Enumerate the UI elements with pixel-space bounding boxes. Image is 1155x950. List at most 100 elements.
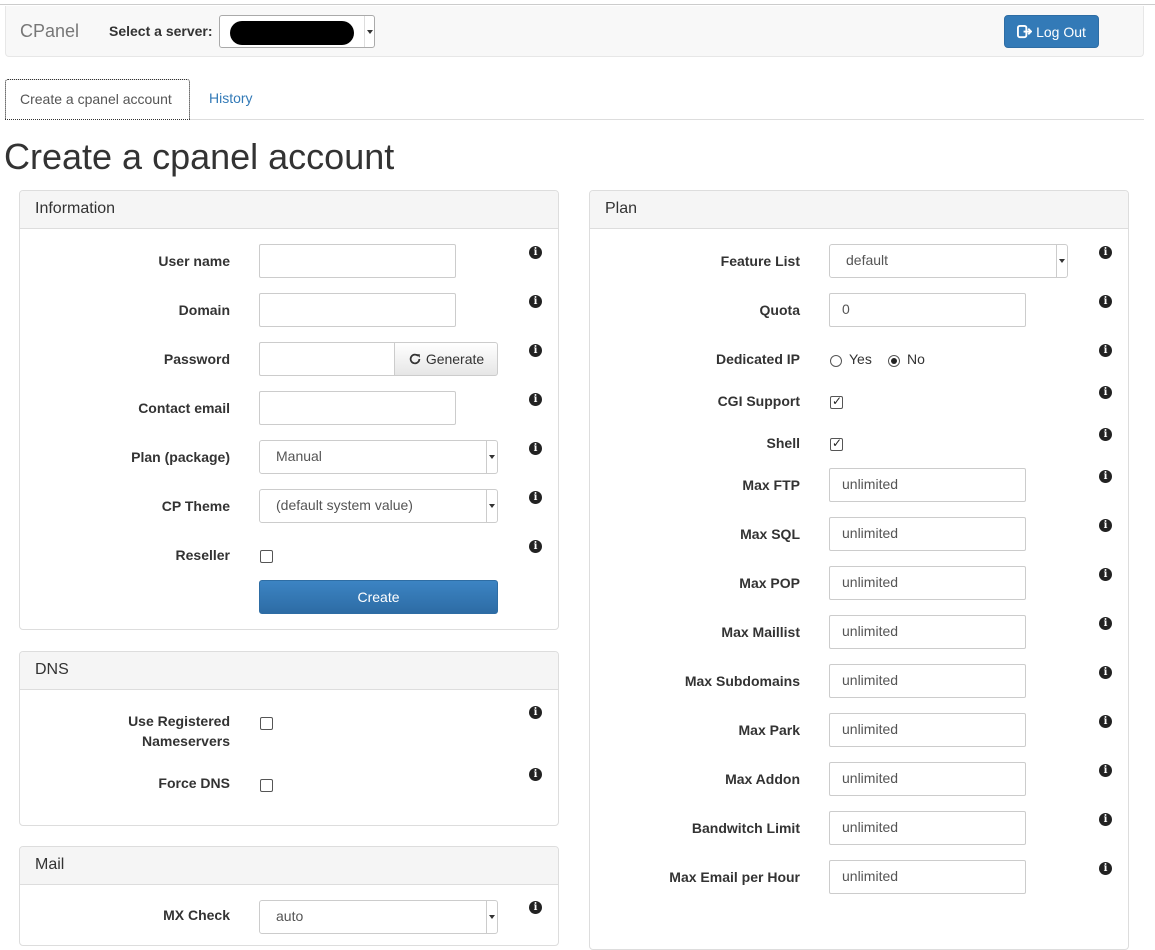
limit-input[interactable]: unlimited (829, 664, 1026, 698)
tab-bar: Create a cpanel account History (5, 79, 1144, 120)
info-icon[interactable]: i (1099, 617, 1112, 630)
plan-package-value: Manual (276, 448, 322, 464)
cgi-support-checkbox[interactable] (830, 394, 843, 409)
plan-panel: Plan Feature List default i Quota 0 i De… (589, 190, 1129, 950)
mx-check-select[interactable]: auto (259, 900, 498, 934)
shell-checkbox[interactable] (830, 436, 843, 451)
reseller-checkbox[interactable] (260, 550, 273, 563)
cp-theme-select[interactable]: (default system value) (259, 489, 498, 523)
limit-input[interactable]: unlimited (829, 566, 1026, 600)
info-icon[interactable]: i (529, 393, 542, 406)
info-icon[interactable]: i (1099, 813, 1112, 826)
info-icon[interactable]: i (1099, 246, 1112, 259)
create-button[interactable]: Create (259, 580, 498, 614)
reseller-label: Reseller (175, 547, 230, 563)
quota-input[interactable]: 0 (829, 293, 1026, 327)
info-icon[interactable]: i (1099, 568, 1112, 581)
limit-input[interactable]: unlimited (829, 468, 1026, 502)
cp-theme-value: (default system value) (276, 497, 413, 513)
dedicated-ip-yes-label: Yes (849, 351, 872, 367)
info-icon[interactable]: i (1099, 862, 1112, 875)
plan-package-select[interactable]: Manual (259, 440, 498, 474)
limit-input[interactable]: unlimited (829, 517, 1026, 551)
panel-heading: DNS (20, 652, 558, 690)
info-icon[interactable]: i (1099, 666, 1112, 679)
cgi-support-label: CGI Support (717, 393, 800, 409)
username-label: User name (158, 253, 230, 269)
shell-label: Shell (766, 435, 800, 451)
limit-label: Max Email per Hour (669, 869, 800, 885)
cp-theme-label: CP Theme (161, 498, 230, 514)
chevron-down-icon (1056, 245, 1067, 277)
window-top-edge (0, 0, 1155, 5)
use-registered-ns-checkbox[interactable] (260, 717, 273, 730)
info-icon[interactable]: i (1099, 764, 1112, 777)
chevron-down-icon (486, 490, 497, 522)
info-icon[interactable]: i (1099, 470, 1112, 483)
info-icon[interactable]: i (1099, 386, 1112, 399)
limit-label: Max POP (739, 575, 800, 591)
panel-heading: Mail (20, 847, 558, 885)
chevron-down-icon (364, 16, 374, 47)
limit-label: Max Park (738, 722, 800, 738)
navbar: CPanel Select a server: Log Out (5, 6, 1144, 57)
limit-input[interactable]: unlimited (829, 811, 1026, 845)
redacted-server-name (230, 21, 354, 45)
tab-history[interactable]: History (195, 79, 267, 119)
info-icon[interactable]: i (529, 344, 542, 357)
info-icon[interactable]: i (529, 540, 542, 553)
info-icon[interactable]: i (1099, 344, 1112, 357)
password-input[interactable] (259, 342, 395, 376)
generate-label: Generate (425, 351, 485, 367)
server-select[interactable] (219, 15, 375, 48)
use-registered-ns-label-line2: Nameservers (142, 733, 230, 749)
dns-panel: DNS Use Registered Nameservers i Force D… (19, 651, 559, 826)
force-dns-label: Force DNS (158, 775, 230, 791)
limit-label: Max Subdomains (684, 673, 800, 689)
feature-list-select[interactable]: default (829, 244, 1068, 278)
password-label: Password (163, 351, 230, 367)
info-icon[interactable]: i (1099, 428, 1112, 441)
plan-package-label: Plan (package) (131, 449, 230, 465)
info-icon[interactable]: i (1099, 295, 1112, 308)
dedicated-ip-label: Dedicated IP (715, 351, 800, 367)
mx-check-label: MX Check (163, 907, 230, 923)
limit-input[interactable]: unlimited (829, 615, 1026, 649)
panel-heading: Information (20, 191, 558, 229)
refresh-icon (409, 353, 421, 365)
feature-list-value: default (846, 252, 889, 268)
info-icon[interactable]: i (529, 768, 542, 781)
info-icon[interactable]: i (529, 706, 542, 719)
limit-label: Max Maillist (721, 624, 800, 640)
info-icon[interactable]: i (1099, 715, 1112, 728)
limit-label: Max SQL (740, 526, 800, 542)
force-dns-checkbox[interactable] (260, 779, 273, 792)
limit-label: Bandwitch Limit (691, 820, 800, 836)
limit-input[interactable]: unlimited (829, 713, 1026, 747)
dedicated-ip-yes-radio[interactable] (830, 355, 842, 367)
info-icon[interactable]: i (529, 442, 542, 455)
logout-icon (1017, 24, 1033, 39)
limit-label: Max FTP (742, 477, 800, 493)
info-icon[interactable]: i (529, 246, 542, 259)
server-select-label: Select a server: (109, 23, 213, 39)
limit-input[interactable]: unlimited (829, 762, 1026, 796)
dedicated-ip-no-radio[interactable] (888, 355, 900, 367)
limit-input[interactable]: unlimited (829, 860, 1026, 894)
username-input[interactable] (259, 244, 456, 278)
brand[interactable]: CPanel (20, 21, 79, 42)
info-icon[interactable]: i (1099, 519, 1112, 532)
tab-create-account[interactable]: Create a cpanel account (5, 79, 190, 120)
info-icon[interactable]: i (529, 295, 542, 308)
logout-label: Log Out (1036, 23, 1086, 40)
domain-input[interactable] (259, 293, 456, 327)
logout-button[interactable]: Log Out (1004, 15, 1099, 48)
info-icon[interactable]: i (529, 901, 542, 914)
page-title: Create a cpanel account (4, 136, 395, 177)
mail-panel: Mail MX Check auto i (19, 846, 559, 946)
info-icon[interactable]: i (529, 491, 542, 504)
contact-email-input[interactable] (259, 391, 456, 425)
generate-button[interactable]: Generate (394, 342, 498, 376)
limit-label: Max Addon (725, 771, 800, 787)
chevron-down-icon (486, 901, 497, 933)
